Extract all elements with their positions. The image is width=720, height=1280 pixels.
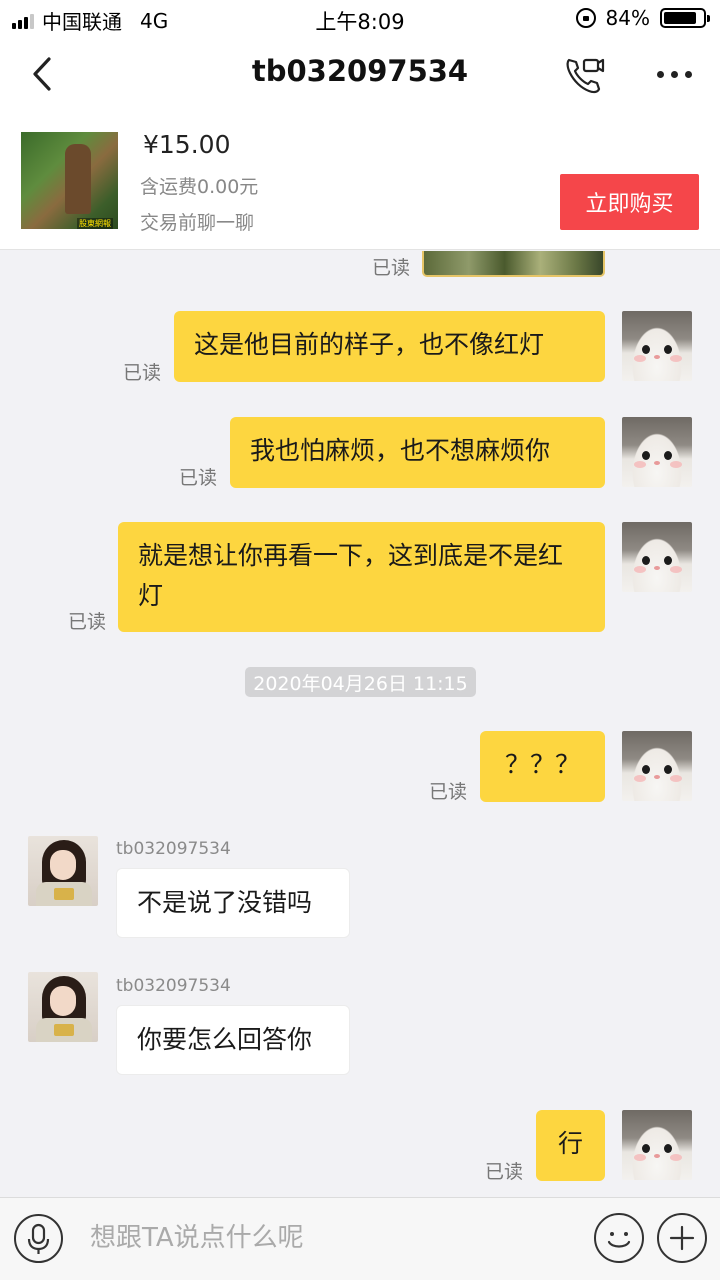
plus-icon: [669, 1225, 695, 1251]
read-receipt: 已读: [372, 257, 411, 279]
rotation-lock-icon: [575, 8, 596, 28]
shipping-fee: 含运费0.00元: [140, 176, 259, 198]
voice-button[interactable]: [14, 1214, 63, 1263]
buy-now-button[interactable]: 立即购买: [560, 174, 699, 230]
message-bubble-incoming[interactable]: 不是说了没错吗: [116, 868, 350, 938]
more-dot: [670, 70, 678, 78]
more-button[interactable]: [650, 52, 698, 96]
plus-button[interactable]: [657, 1213, 707, 1263]
emoji-icon: [607, 1232, 631, 1248]
contact-avatar[interactable]: [28, 836, 98, 906]
read-receipt: 已读: [179, 467, 218, 489]
read-receipt: 已读: [429, 781, 468, 803]
sender-name: tb032097534: [116, 839, 231, 859]
chat-title: tb032097534: [251, 54, 469, 88]
message-bubble-outgoing[interactable]: 这是他目前的样子，也不像红灯: [174, 311, 605, 382]
more-dot: [684, 70, 692, 78]
chat-before-trade: 交易前聊一聊: [140, 212, 255, 234]
status-right: 84%: [575, 6, 710, 30]
battery-percent: 84%: [605, 6, 650, 30]
status-bar: 中国联通 4G 上午8:09 84%: [0, 0, 720, 38]
read-receipt: 已读: [123, 362, 162, 384]
back-icon: [33, 57, 51, 91]
message-bubble-outgoing[interactable]: ？？？: [480, 731, 605, 802]
microphone-icon: [27, 1223, 50, 1254]
my-avatar[interactable]: [622, 522, 692, 592]
message-bubble-outgoing[interactable]: 就是想让你再看一下，这到底是不是红灯: [118, 522, 605, 632]
chat-area[interactable]: 已读 已读 这是他目前的样子，也不像红灯 已读 我也怕麻烦，也不想麻烦你 已读 …: [0, 251, 720, 1197]
back-button[interactable]: [22, 52, 66, 96]
nav-bar: tb032097534: [0, 38, 720, 110]
product-price: ¥15.00: [143, 130, 231, 159]
message-bubble-incoming[interactable]: 你要怎么回答你: [116, 1005, 350, 1075]
read-receipt: 已读: [68, 611, 107, 633]
battery-fill: [664, 12, 696, 24]
thumb-figure: [65, 144, 91, 214]
input-bar: [0, 1197, 720, 1280]
more-dot: [656, 70, 664, 78]
product-card[interactable]: 股東網報 ¥15.00 含运费0.00元 交易前聊一聊 立即购买: [0, 110, 720, 250]
thumb-watermark: 股東網報: [77, 218, 113, 229]
read-receipt: 已读: [485, 1161, 524, 1183]
message-bubble-outgoing[interactable]: 行: [536, 1110, 605, 1181]
timestamp-divider: 2020年04月26日 11:15: [245, 667, 476, 697]
sender-name: tb032097534: [116, 976, 231, 996]
contact-avatar[interactable]: [28, 972, 98, 1042]
emoji-button[interactable]: [594, 1213, 644, 1263]
my-avatar[interactable]: [622, 731, 692, 801]
message-bubble-outgoing[interactable]: 我也怕麻烦，也不想麻烦你: [230, 417, 605, 488]
message-input[interactable]: [90, 1218, 570, 1258]
battery-icon: [660, 8, 710, 28]
my-avatar[interactable]: [622, 1110, 692, 1180]
image-message[interactable]: [422, 251, 605, 277]
my-avatar[interactable]: [622, 417, 692, 487]
call-button[interactable]: [560, 50, 608, 98]
my-avatar[interactable]: [622, 311, 692, 381]
video-call-icon: [566, 58, 605, 94]
product-thumbnail[interactable]: 股東網報: [21, 132, 118, 229]
